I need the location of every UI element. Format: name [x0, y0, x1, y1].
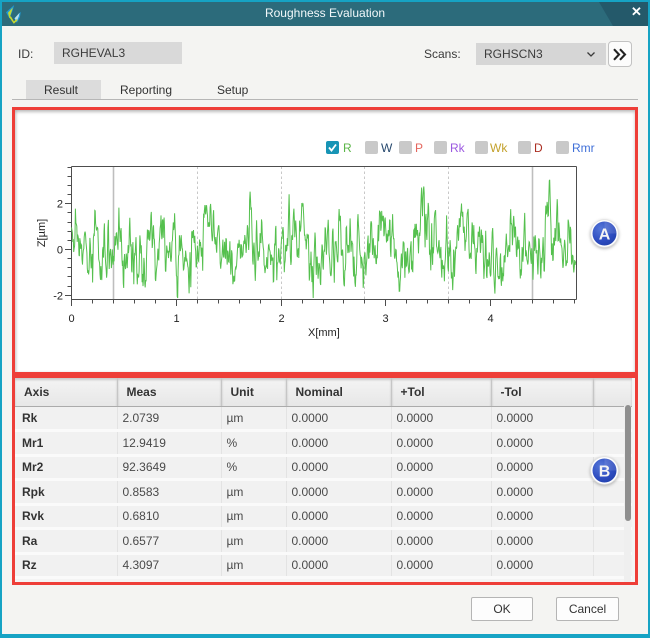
- svg-text:3: 3: [382, 313, 388, 325]
- svg-text:-2: -2: [53, 291, 63, 303]
- svg-text:0: 0: [57, 245, 63, 257]
- svg-text:1: 1: [173, 313, 179, 325]
- svg-text:4: 4: [487, 313, 493, 325]
- svg-text:2: 2: [57, 199, 63, 211]
- svg-text:A: A: [599, 226, 611, 243]
- svg-text:2: 2: [278, 313, 284, 325]
- svg-text:X[mm]: X[mm]: [308, 327, 340, 339]
- svg-text:0: 0: [68, 313, 74, 325]
- svg-text:B: B: [599, 463, 611, 480]
- svg-text:Z[µm]: Z[µm]: [36, 219, 48, 247]
